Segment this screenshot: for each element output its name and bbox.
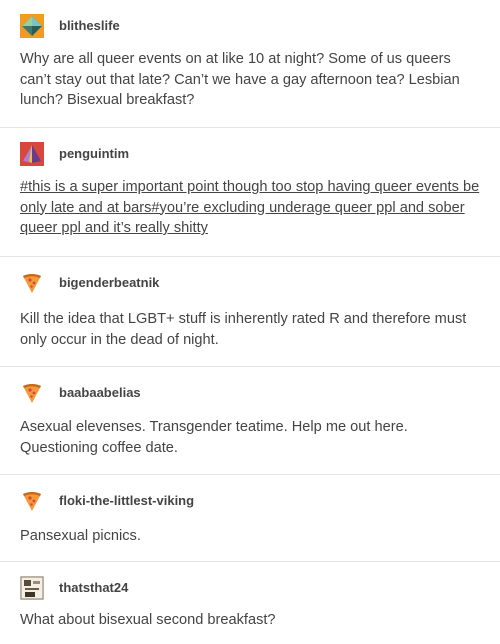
reblog-post: blitheslife Why are all queer events on …: [0, 0, 500, 128]
post-text: Kill the idea that LGBT+ stuff is inhere…: [20, 311, 467, 348]
post-header: floki-the-littlest-viking: [20, 489, 194, 513]
post-header: baabaabelias: [20, 381, 141, 405]
reblog-post: floki-the-littlest-viking Pansexual picn…: [0, 475, 500, 562]
post-username[interactable]: thatsthat24: [59, 576, 128, 600]
post-username[interactable]: blitheslife: [59, 14, 120, 38]
post-header: bigenderbeatnik: [20, 271, 159, 295]
post-text: Why are all queer events on at like 10 a…: [20, 51, 460, 108]
post-text: What about bisexual second breakfast?: [20, 612, 276, 628]
reblog-post: bigenderbeatnik Kill the idea that LGBT+…: [0, 257, 500, 367]
post-username[interactable]: penguintim: [59, 142, 129, 166]
reblog-post: baabaabelias Asexual elevenses. Transgen…: [0, 367, 500, 475]
pizza-slice-avatar-icon[interactable]: [20, 381, 44, 405]
post-username[interactable]: floki-the-littlest-viking: [59, 489, 194, 513]
post-header: thatsthat24: [20, 576, 128, 600]
reblog-post: penguintim #this is a super important po…: [0, 128, 500, 257]
post-header: penguintim: [20, 142, 129, 166]
post-username[interactable]: baabaabelias: [59, 381, 141, 405]
post-header: blitheslife: [20, 14, 120, 38]
red-square-pyramid-avatar-icon[interactable]: [20, 142, 44, 166]
post-text: Pansexual picnics.: [20, 528, 141, 544]
reblog-thread: blitheslife Why are all queer events on …: [0, 0, 500, 644]
photo-avatar-icon[interactable]: [20, 576, 44, 600]
reblog-post: thatsthat24 What about bisexual second b…: [0, 562, 500, 644]
post-tags[interactable]: #this is a super important point though …: [20, 177, 482, 239]
pizza-slice-avatar-icon[interactable]: [20, 271, 44, 295]
post-text: Asexual elevenses. Transgender teatime. …: [20, 419, 408, 456]
orange-square-diamond-avatar-icon[interactable]: [20, 14, 44, 38]
post-username[interactable]: bigenderbeatnik: [59, 271, 159, 295]
pizza-slice-avatar-icon[interactable]: [20, 489, 44, 513]
